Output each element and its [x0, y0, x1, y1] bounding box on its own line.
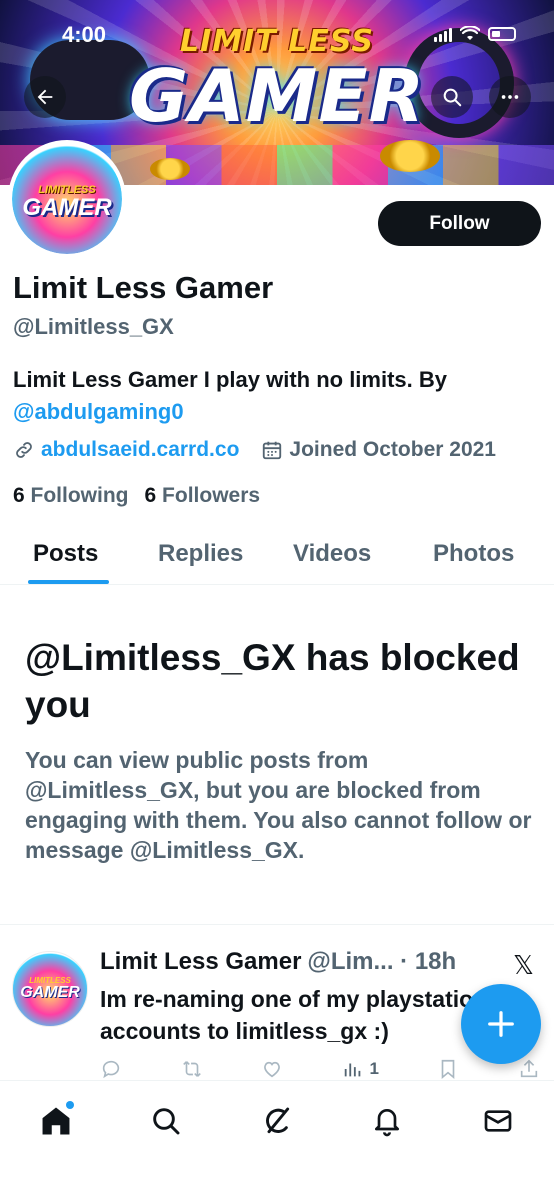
nav-home[interactable]	[36, 1101, 76, 1141]
post-header: Limit Less Gamer @Lim... · 18h	[100, 948, 456, 976]
following-stat[interactable]: 6 Following	[13, 484, 129, 508]
profile-bio: Limit Less Gamer I play with no limits. …	[13, 364, 543, 428]
back-arrow-icon	[37, 89, 53, 105]
followers-count: 6	[144, 484, 157, 507]
plus-icon	[488, 1011, 514, 1037]
link-icon	[16, 442, 32, 458]
x-logo-icon: 𝕏	[513, 950, 534, 980]
compose-button[interactable]	[461, 984, 541, 1064]
views-stat[interactable]: 1	[342, 1058, 379, 1080]
status-time: 4:00	[62, 22, 107, 47]
bottom-nav	[0, 1080, 554, 1200]
grok-icon	[266, 1107, 290, 1134]
views-icon	[344, 1063, 360, 1077]
tab-photos[interactable]: Photos	[433, 540, 514, 568]
share-icon[interactable]	[518, 1058, 540, 1080]
search-button[interactable]	[431, 76, 473, 118]
more-button[interactable]	[489, 76, 531, 118]
nav-notifications[interactable]	[367, 1101, 407, 1141]
post-author-name[interactable]: Limit Less Gamer	[100, 948, 301, 976]
nav-grok[interactable]	[257, 1101, 297, 1141]
views-count: 1	[369, 1059, 379, 1078]
coins-graphic-small	[150, 158, 190, 180]
battery-icon	[488, 27, 516, 41]
avatar-logo-main: GAMER	[22, 194, 112, 221]
nav-search[interactable]	[146, 1101, 186, 1141]
bio-text: Limit Less Gamer I play with no limits. …	[13, 367, 447, 392]
profile-meta: abdulsaeid.carrd.co Joined October 2021	[13, 438, 496, 462]
tab-replies[interactable]: Replies	[158, 540, 243, 568]
tab-videos[interactable]: Videos	[293, 540, 371, 568]
home-icon	[42, 1107, 70, 1135]
search-icon	[153, 1108, 180, 1135]
signal-icon	[434, 26, 452, 42]
profile-handle: @Limitless_GX	[13, 314, 174, 339]
nav-messages[interactable]	[478, 1101, 518, 1141]
post-avatar-logo-main: GAMER	[20, 984, 80, 1001]
like-icon[interactable]	[261, 1058, 283, 1080]
more-icon	[501, 95, 519, 99]
back-button[interactable]	[24, 76, 66, 118]
active-tab-indicator	[28, 580, 109, 584]
post-avatar[interactable]: LIMITLESS GAMER	[12, 951, 88, 1027]
website-link[interactable]: abdulsaeid.carrd.co	[41, 438, 239, 462]
post-author-handle: @Lim... · 18h	[307, 948, 457, 975]
status-icons	[434, 26, 516, 42]
search-icon	[443, 88, 462, 107]
divider	[0, 924, 554, 925]
notifications-icon	[375, 1109, 399, 1137]
followers-stat[interactable]: 6 Followers	[145, 484, 261, 508]
bio-mention-link[interactable]: @abdulgaming0	[13, 399, 184, 424]
profile-avatar[interactable]: LIMITLESS GAMER	[8, 140, 126, 258]
post-actions: 1	[100, 1058, 540, 1080]
unread-dot	[66, 1101, 74, 1109]
joined-date: Joined October 2021	[289, 438, 496, 461]
following-count: 6	[13, 484, 25, 507]
followers-label: Followers	[162, 484, 261, 507]
coins-graphic	[380, 140, 440, 172]
blocked-title: @Limitless_GX has blocked you	[25, 637, 520, 725]
follow-button[interactable]: Follow	[378, 201, 541, 246]
reply-icon[interactable]	[100, 1058, 122, 1080]
bookmark-icon[interactable]	[437, 1058, 459, 1080]
wifi-icon	[460, 26, 480, 40]
profile-tabs: Posts Replies Videos Photos	[0, 530, 554, 585]
following-label: Following	[30, 484, 129, 507]
display-name: Limit Less Gamer	[13, 270, 274, 305]
messages-icon	[484, 1110, 512, 1132]
repost-icon[interactable]	[181, 1058, 203, 1080]
follow-stats: 6 Following 6 Followers	[13, 484, 260, 508]
calendar-icon	[263, 441, 282, 460]
tab-posts[interactable]: Posts	[33, 540, 98, 568]
blocked-message: You can view public posts from @Limitles…	[25, 747, 532, 863]
